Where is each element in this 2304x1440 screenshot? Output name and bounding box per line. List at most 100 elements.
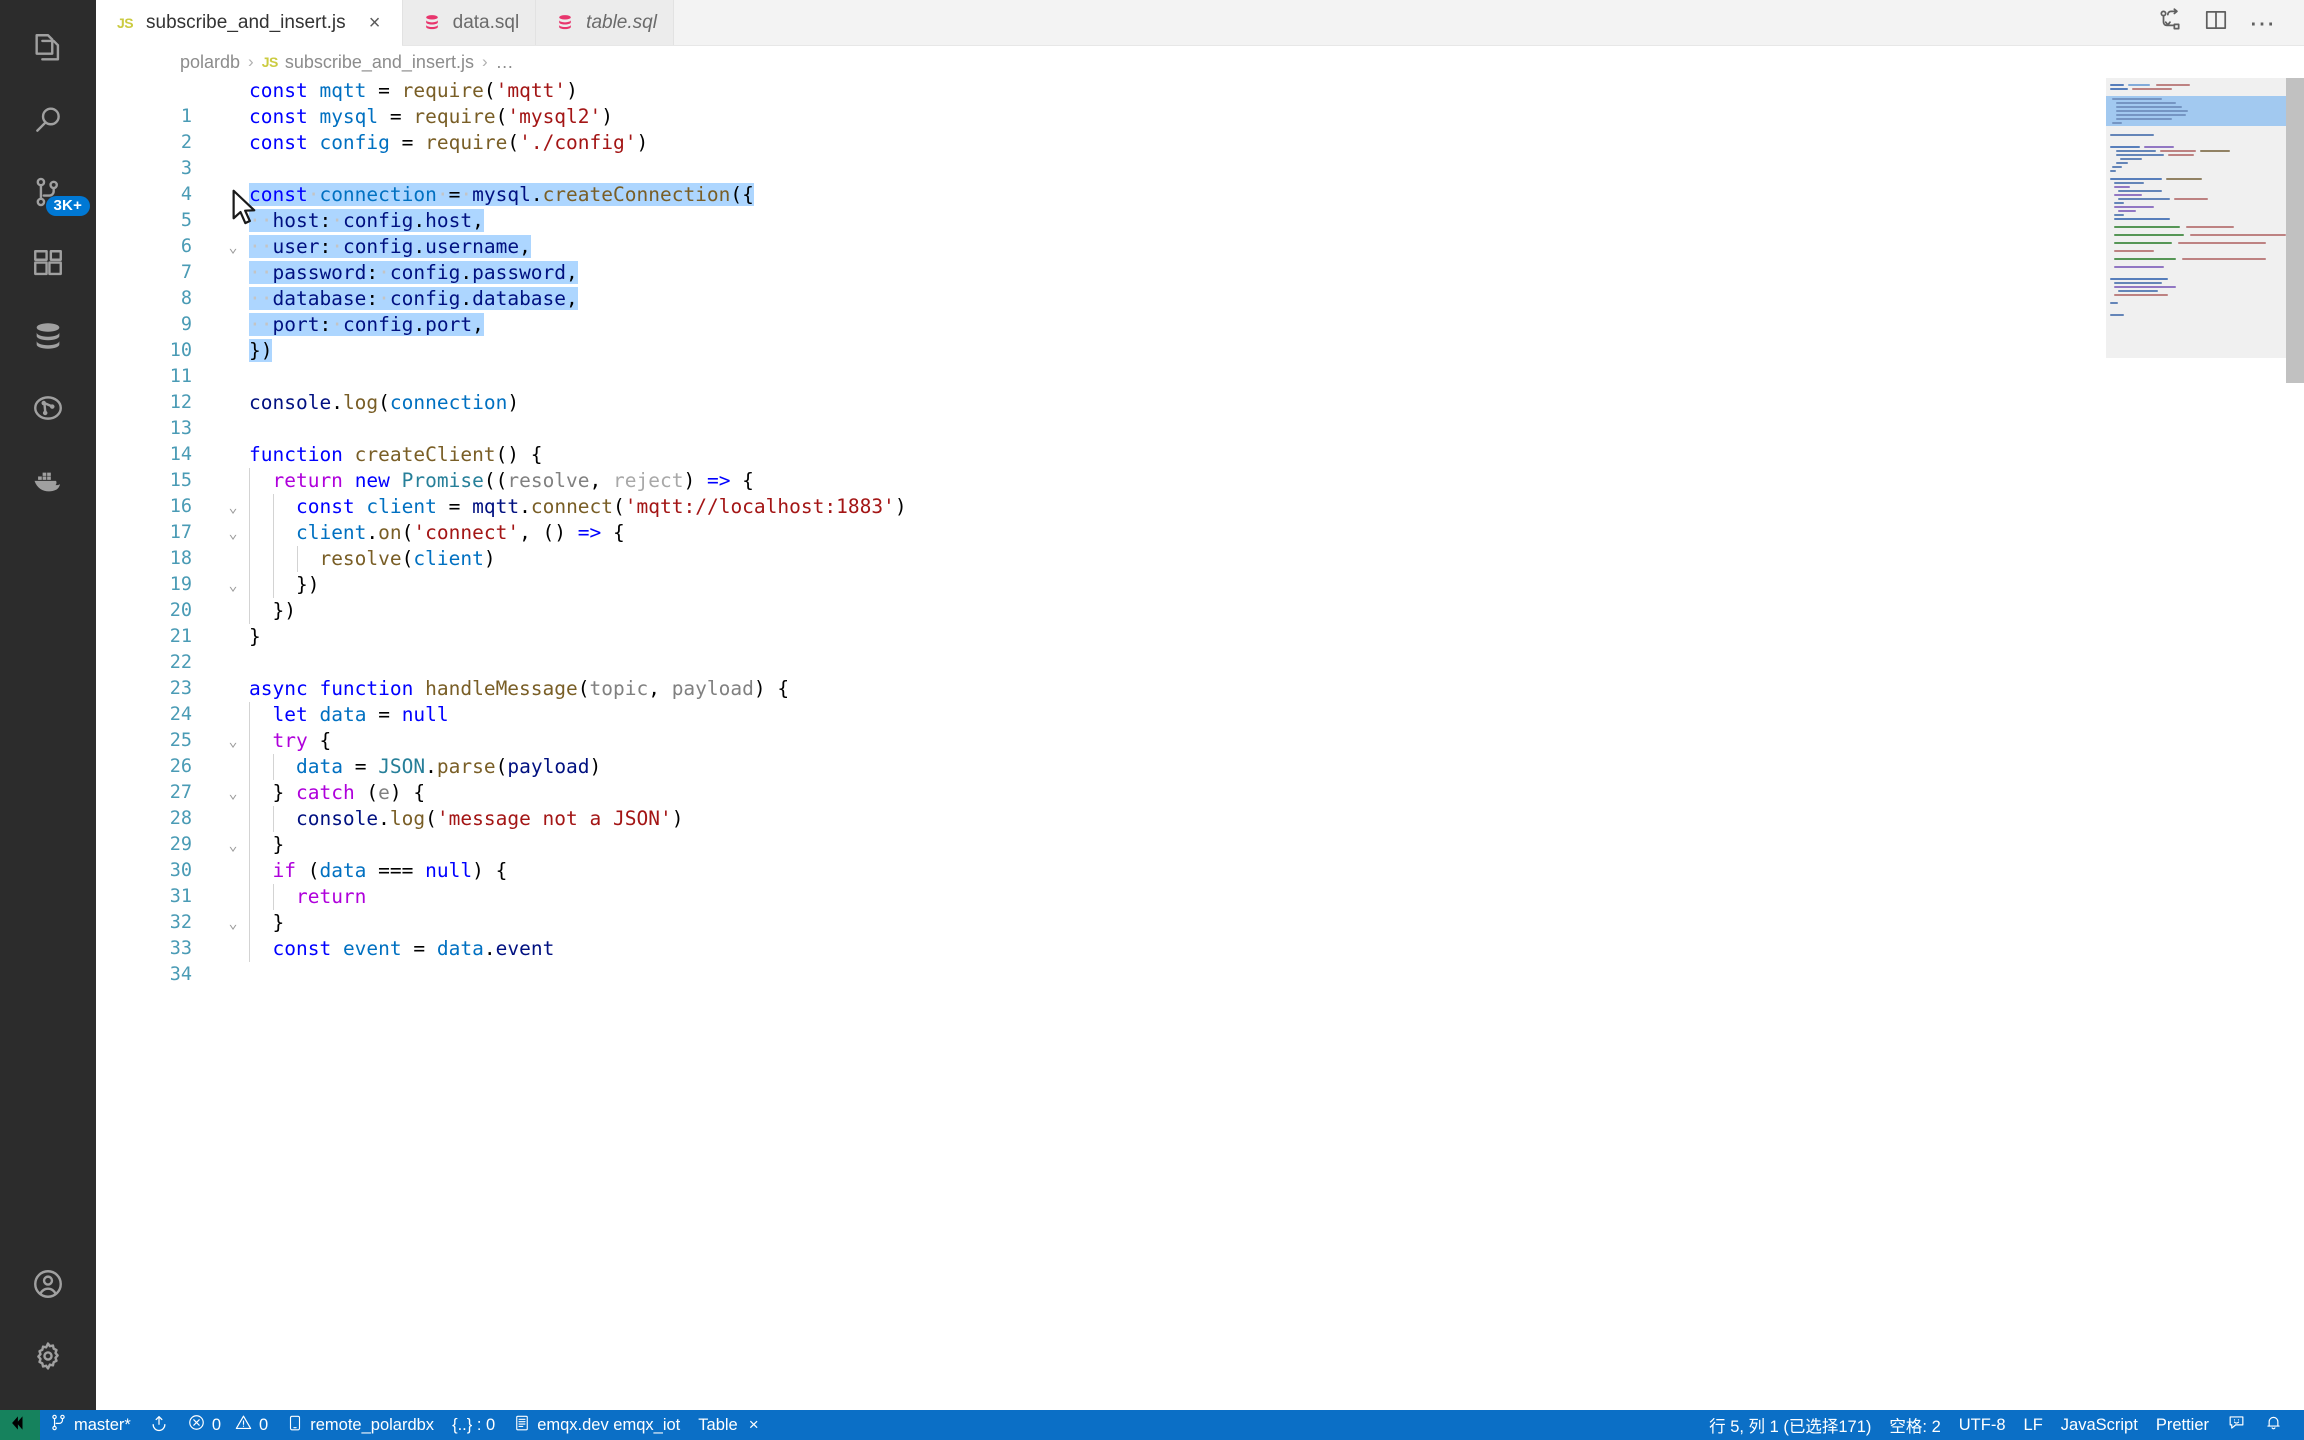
breadcrumb-item-symbol[interactable]: … bbox=[496, 52, 514, 73]
code-line: 1 const mqtt = require('mqtt') bbox=[96, 78, 2304, 127]
minimap-slider[interactable] bbox=[2106, 78, 2286, 358]
line-content: const event = data.event bbox=[272, 937, 555, 960]
status-problems[interactable]: 0 0 bbox=[178, 1410, 277, 1440]
code-line: 29 console.log('message not a JSON') bbox=[96, 806, 2304, 855]
line-content: } bbox=[272, 911, 285, 934]
code-line: 19 resolve(client) bbox=[96, 546, 2304, 595]
code-line: 5 ⌄ const·connection·=·mysql.createConne… bbox=[96, 182, 2304, 256]
editor-group: JS subscribe_and_insert.js × data.sql ta… bbox=[96, 0, 2304, 1410]
status-table-panel[interactable]: Table × bbox=[689, 1410, 767, 1440]
gear-icon bbox=[31, 1339, 65, 1373]
line-content: function createClient() { bbox=[249, 443, 543, 466]
status-remote-host[interactable]: remote_polardbx bbox=[277, 1410, 443, 1440]
code-line: 2 const mysql = require('mysql2') bbox=[96, 104, 2304, 153]
activity-item-extensions[interactable] bbox=[0, 228, 96, 300]
more-actions-button[interactable]: ⋯ bbox=[2242, 3, 2282, 43]
code-line: 31 ⌄ if (data === null) { bbox=[96, 858, 2304, 932]
status-warning-count: 0 bbox=[259, 1415, 269, 1434]
line-content: return new Promise((resolve, reject) => … bbox=[272, 469, 754, 492]
code-line: 16 ⌄ return new Promise((resolve, reject… bbox=[96, 468, 2304, 542]
line-content: } catch (e) { bbox=[272, 781, 426, 804]
activity-bar-bottom bbox=[0, 1248, 96, 1410]
status-mqtt-connection[interactable]: emqx.dev emqx_iot bbox=[504, 1410, 689, 1440]
tab-label: subscribe_and_insert.js bbox=[146, 11, 346, 33]
code-line: 34 const event = data.event bbox=[96, 936, 2304, 985]
status-branch-label: master* bbox=[74, 1415, 131, 1434]
activity-item-explorer[interactable] bbox=[0, 12, 96, 84]
compare-changes-button[interactable] bbox=[2150, 3, 2190, 43]
bell-icon bbox=[2264, 1413, 2283, 1437]
code-line: 33 } bbox=[96, 910, 2304, 959]
code-editor[interactable]: 1 const mqtt = require('mqtt') 2 const m… bbox=[96, 78, 2304, 1410]
breadcrumb-item-folder[interactable]: polardb bbox=[180, 52, 240, 73]
activity-item-settings[interactable] bbox=[0, 1320, 96, 1392]
line-content: const config = require('./config') bbox=[249, 131, 649, 154]
code-line: 8 ··password:·config.password, bbox=[96, 260, 2304, 309]
tab-table-sql[interactable]: table.sql bbox=[536, 0, 674, 45]
remote-db-icon bbox=[286, 1414, 304, 1437]
scrollbar-thumb[interactable] bbox=[2286, 78, 2304, 383]
code-line: 6 ··host:·config.host, bbox=[96, 208, 2304, 257]
line-content: const mysql = require('mysql2') bbox=[249, 105, 614, 128]
status-sync-changes[interactable] bbox=[140, 1410, 178, 1440]
breadcrumb-item-file[interactable]: JS subscribe_and_insert.js bbox=[262, 52, 474, 73]
code-line: 15 ⌄ function createClient() { bbox=[96, 442, 2304, 516]
status-feedback[interactable] bbox=[2218, 1410, 2255, 1440]
code-line: 21 }) bbox=[96, 598, 2304, 647]
activity-item-search[interactable] bbox=[0, 84, 96, 156]
status-notifications[interactable] bbox=[2255, 1410, 2292, 1440]
status-json-outline-label: {..} : 0 bbox=[452, 1415, 496, 1434]
code-line: 14 bbox=[96, 416, 2304, 465]
status-table-label: Table bbox=[698, 1415, 738, 1434]
line-content: console.log('message not a JSON') bbox=[295, 807, 684, 830]
close-icon[interactable]: × bbox=[749, 1415, 759, 1435]
activity-item-accounts[interactable] bbox=[0, 1248, 96, 1320]
status-cursor-position[interactable]: 行 5, 列 1 (已选择171) bbox=[1700, 1410, 1880, 1440]
tab-close-icon[interactable]: × bbox=[364, 13, 386, 33]
tab-label: data.sql bbox=[452, 11, 520, 33]
tab-subscribe-and-insert-js[interactable]: JS subscribe_and_insert.js × bbox=[96, 0, 403, 46]
ellipsis-icon: ⋯ bbox=[2249, 7, 2275, 38]
activity-item-database[interactable] bbox=[0, 300, 96, 372]
warning-icon bbox=[234, 1413, 253, 1437]
line-number[interactable]: 34 bbox=[96, 962, 192, 988]
tab-data-sql[interactable]: data.sql bbox=[402, 0, 537, 45]
activity-item-docker[interactable] bbox=[0, 444, 96, 516]
line-content: ··password:·config.password, bbox=[249, 261, 578, 284]
status-language-mode[interactable]: JavaScript bbox=[2052, 1410, 2147, 1440]
minimap[interactable] bbox=[2106, 78, 2286, 1410]
activity-item-git-graph[interactable] bbox=[0, 372, 96, 444]
line-content: } bbox=[249, 625, 261, 648]
status-indentation[interactable]: 空格: 2 bbox=[1880, 1410, 1949, 1440]
line-content: ··user:·config.username, bbox=[249, 235, 531, 258]
line-content: resolve(client) bbox=[319, 547, 496, 570]
status-bar: master* 0 0 remote_polardbx {..}: 0 emq… bbox=[0, 1410, 2304, 1440]
tab-label: table.sql bbox=[586, 11, 657, 33]
split-editor-icon bbox=[2203, 7, 2229, 38]
source-control-badge: 3K+ bbox=[45, 196, 91, 216]
code-line: 3 const config = require('./config') bbox=[96, 130, 2304, 179]
activity-item-source-control[interactable]: 3K+ bbox=[0, 156, 96, 228]
activity-bar: 3K+ bbox=[0, 0, 96, 1410]
extensions-icon bbox=[31, 247, 65, 281]
git-branch-icon bbox=[49, 1413, 68, 1437]
line-content: ··database:·config.database, bbox=[249, 287, 578, 310]
status-remote-indicator[interactable] bbox=[0, 1410, 40, 1440]
status-encoding[interactable]: UTF-8 bbox=[1950, 1410, 2015, 1440]
status-json-outline[interactable]: {..} : 0 bbox=[443, 1410, 504, 1440]
line-content: async function handleMessage(topic, payl… bbox=[249, 677, 790, 700]
status-formatter[interactable]: Prettier bbox=[2147, 1410, 2218, 1440]
code-action-lightbulb-icon[interactable] bbox=[248, 159, 430, 205]
remote-icon bbox=[10, 1413, 30, 1438]
line-content: data = JSON.parse(payload) bbox=[295, 755, 602, 778]
editor-scrollbar[interactable] bbox=[2286, 78, 2304, 1410]
status-branch[interactable]: master* bbox=[40, 1410, 140, 1440]
vscode-window: 3K+ JS subscribe_and_insert.js × data.sq… bbox=[0, 0, 2304, 1440]
line-content: return bbox=[295, 885, 367, 908]
error-icon bbox=[187, 1413, 206, 1437]
status-eol[interactable]: LF bbox=[2015, 1410, 2052, 1440]
split-editor-button[interactable] bbox=[2196, 3, 2236, 43]
sql-icon bbox=[421, 12, 443, 34]
breadcrumb-separator: › bbox=[248, 52, 254, 71]
line-content: }) bbox=[272, 599, 296, 622]
